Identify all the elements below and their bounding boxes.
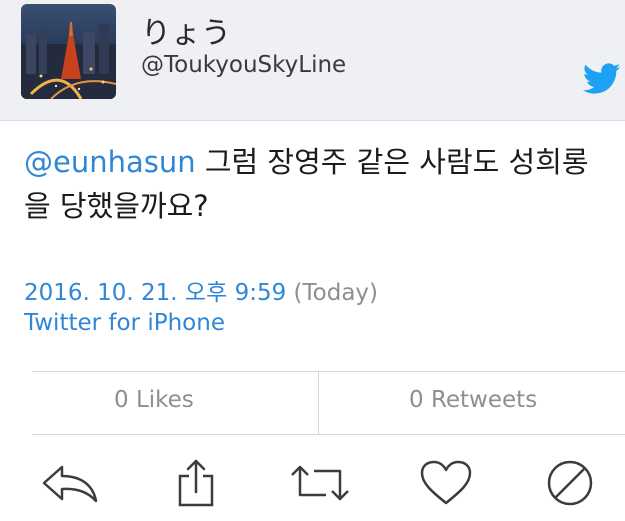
profile-header: りょう @ToukyouSkyLine: [0, 0, 625, 121]
tweet-stats: 0 Likes 0 Retweets: [32, 371, 625, 435]
avatar-city-night-image: [21, 4, 116, 99]
twitter-bird-icon: [582, 62, 621, 96]
retweet-icon: [291, 465, 349, 501]
display-name[interactable]: りょう: [141, 8, 231, 52]
tweet-timestamp: 2016. 10. 21. 오후 9:59 (Today): [24, 273, 378, 307]
block-icon: [547, 460, 593, 506]
tweet-text: @eunhasun 그럼 장영주 같은 사람도 성희롱을 당했을까요?: [24, 140, 614, 228]
stats-divider: [318, 372, 319, 434]
block-button[interactable]: [540, 455, 600, 511]
retweet-button[interactable]: [290, 455, 350, 511]
tweet-date[interactable]: 2016. 10. 21. 오후 9:59: [24, 280, 286, 306]
like-button[interactable]: [416, 455, 476, 511]
mention-link[interactable]: @eunhasun: [24, 145, 196, 179]
tweet-relative-time: (Today): [286, 280, 378, 306]
avatar[interactable]: [21, 4, 116, 99]
share-icon: [178, 459, 214, 507]
share-button[interactable]: [166, 455, 226, 511]
reply-button[interactable]: [40, 455, 100, 511]
user-handle[interactable]: @ToukyouSkyLine: [141, 52, 346, 78]
retweets-count[interactable]: 0 Retweets: [409, 387, 537, 413]
reply-icon: [42, 465, 98, 503]
heart-icon: [420, 460, 472, 505]
tweet-client-link[interactable]: Twitter for iPhone: [24, 310, 225, 336]
likes-count[interactable]: 0 Likes: [114, 387, 194, 413]
